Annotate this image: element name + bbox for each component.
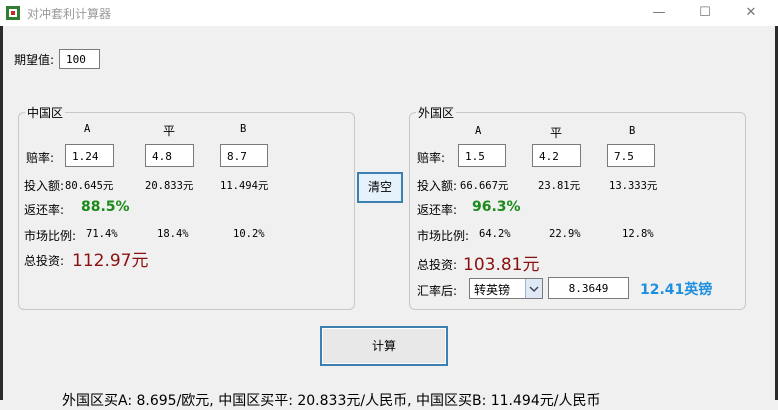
currency-select[interactable]: 转英镑 [469, 278, 543, 299]
title-bar: 对冲套利计算器 — ☐ ✕ [0, 0, 778, 26]
china-return-value: 88.5% [81, 199, 130, 215]
china-stake-label: 投入额: [24, 179, 65, 193]
china-return-label: 返还率: [24, 203, 65, 217]
left-border [0, 26, 3, 400]
rate-input[interactable]: 8.3649 [548, 277, 629, 299]
app-icon [6, 6, 20, 20]
foreign-return-label: 返还率: [417, 203, 458, 217]
china-stake-b: 11.494元 [220, 180, 269, 192]
china-odds-b-input[interactable]: 8.7 [220, 144, 268, 167]
foreign-group-label: 外国区 [416, 104, 457, 121]
foreign-share-b: 12.8% [622, 228, 654, 240]
china-total-value: 112.97元 [72, 251, 149, 271]
china-col-a: A [84, 123, 91, 135]
china-col-p: 平 [163, 124, 176, 138]
expect-input[interactable]: 100 [59, 49, 100, 69]
foreign-odds-a-input[interactable]: 1.5 [458, 144, 506, 167]
china-total-label: 总投资: [24, 254, 65, 268]
foreign-stake-p: 23.81元 [538, 180, 581, 192]
china-stake-a: 80.645元 [65, 180, 114, 192]
clear-button[interactable]: 清空 [357, 172, 403, 203]
foreign-share-a: 64.2% [479, 228, 511, 240]
foreign-stake-a: 66.667元 [460, 180, 509, 192]
china-share-a: 71.4% [86, 228, 118, 240]
china-stake-p: 20.833元 [145, 180, 194, 192]
foreign-share-p: 22.9% [549, 228, 581, 240]
window-title: 对冲套利计算器 [27, 7, 112, 21]
china-share-b: 10.2% [233, 228, 265, 240]
china-odds-a-input[interactable]: 1.24 [65, 144, 114, 167]
foreign-col-a: A [475, 125, 482, 137]
foreign-odds-label: 赔率: [417, 151, 446, 165]
china-col-b: B [240, 123, 247, 135]
calculate-button[interactable]: 计算 [320, 326, 448, 366]
china-odds-p-input[interactable]: 4.8 [145, 144, 194, 167]
foreign-total-value: 103.81元 [463, 255, 540, 275]
close-button[interactable]: ✕ [738, 4, 764, 22]
china-share-label: 市场比例: [24, 229, 77, 243]
foreign-share-label: 市场比例: [417, 229, 470, 243]
expect-label: 期望值: [14, 53, 55, 67]
foreign-return-value: 96.3% [472, 199, 521, 215]
foreign-odds-b-input[interactable]: 7.5 [607, 144, 655, 167]
summary-text: 外国区买A: 8.695/欧元, 中国区买平: 20.833元/人民币, 中国区… [62, 393, 601, 409]
currency-select-value: 转英镑 [474, 283, 511, 297]
foreign-total-label: 总投资: [417, 258, 458, 272]
maximize-button[interactable]: ☐ [692, 4, 718, 22]
china-share-p: 18.4% [157, 228, 189, 240]
foreign-col-p: 平 [550, 126, 563, 140]
foreign-stake-label: 投入额: [417, 179, 458, 193]
chevron-down-icon[interactable] [525, 279, 542, 298]
china-odds-label: 赔率: [26, 151, 55, 165]
foreign-stake-b: 13.333元 [609, 180, 658, 192]
china-group-label: 中国区 [25, 104, 66, 121]
minimize-button[interactable]: — [646, 4, 672, 22]
foreign-col-b: B [629, 125, 636, 137]
china-group [18, 112, 355, 310]
foreign-rate-label: 汇率后: [417, 284, 458, 298]
converted-value: 12.41英镑 [640, 282, 713, 298]
foreign-odds-p-input[interactable]: 4.2 [532, 144, 581, 167]
